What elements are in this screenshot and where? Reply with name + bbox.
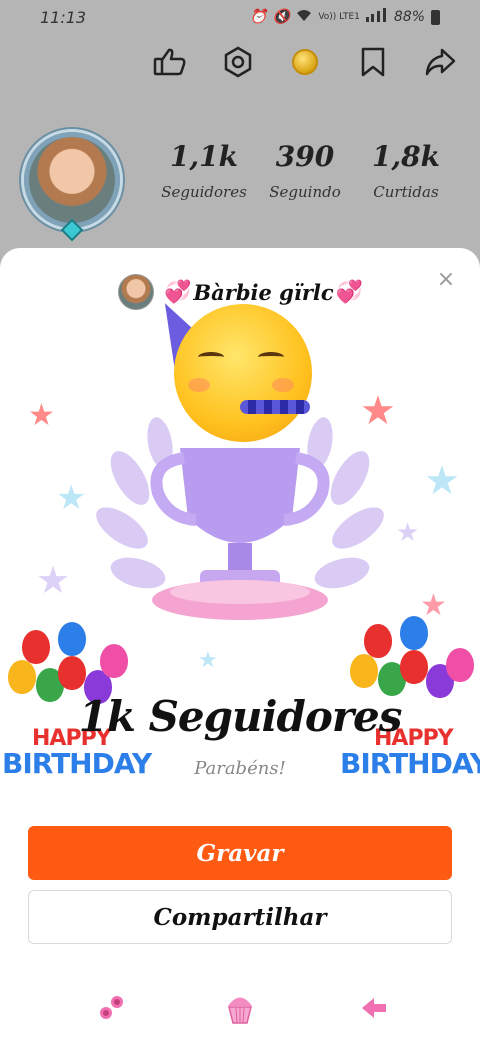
mute-icon: 🔇 <box>272 9 291 25</box>
roses-icon <box>92 988 132 1028</box>
star-icon: ★ <box>56 478 87 518</box>
battery-percent: 88% <box>393 9 425 25</box>
stat-following[interactable]: 390 Seguindo <box>261 140 349 201</box>
coin-icon[interactable] <box>285 42 325 82</box>
congrats-text: Parabéns! <box>194 758 286 779</box>
battery-icon <box>431 9 440 25</box>
record-button[interactable]: Gravar <box>28 826 452 880</box>
share-icon[interactable] <box>420 42 460 82</box>
stat-likes[interactable]: 1,8k Curtidas <box>362 140 450 201</box>
status-icons: ⏰ 🔇 Vo)) LTE1 88% <box>249 8 440 26</box>
wifi-icon <box>296 8 312 26</box>
party-horn-icon <box>240 400 310 414</box>
stat-followers[interactable]: 1,1k Seguidores <box>160 140 248 201</box>
share-button[interactable]: Compartilhar <box>28 890 452 944</box>
alarm-icon: ⏰ <box>249 9 267 25</box>
following-count: 390 <box>275 140 335 173</box>
top-action-bar <box>150 42 460 82</box>
emoji-eye <box>258 352 284 362</box>
network-label: Vo)) LTE1 <box>318 11 360 22</box>
status-bar: 11:13 ⏰ 🔇 Vo)) LTE1 88% <box>0 0 480 34</box>
star-icon: ★ <box>28 398 55 433</box>
likes-count: 1,8k <box>371 140 441 173</box>
followers-label: Seguidores <box>161 183 247 201</box>
signal-icon <box>365 8 388 26</box>
avatar-frame <box>24 132 120 228</box>
bottom-decorations <box>0 988 480 1028</box>
profile-avatar[interactable] <box>20 128 124 242</box>
emoji-eye <box>198 352 224 362</box>
settings-icon[interactable] <box>218 42 258 82</box>
emoji-blush <box>188 378 210 392</box>
star-icon: ★ <box>396 518 420 548</box>
cupcake-icon <box>220 988 260 1028</box>
profile-stats: 1,1k Seguidores 390 Seguindo 1,8k Curtid… <box>160 140 450 201</box>
following-label: Seguindo <box>269 183 341 201</box>
followers-count: 1,1k <box>169 140 239 173</box>
thumbs-up-icon[interactable] <box>150 42 190 82</box>
party-face-emoji <box>174 304 312 442</box>
likes-label: Curtidas <box>373 183 439 201</box>
pink-arrow-icon <box>354 988 394 1028</box>
star-icon: ★ <box>360 388 396 434</box>
bookmark-icon[interactable] <box>353 42 393 82</box>
star-icon: ★ <box>36 558 71 602</box>
coin-badge <box>292 49 318 75</box>
milestone-title: 1k Seguidores <box>78 692 403 741</box>
milestone-sheet: 💞 Bàrbie gïrlc 💞 × ★ ★ ★ ★ ★ ★ ★ ★ HAPPY… <box>0 248 480 1042</box>
emoji-blush <box>272 378 294 392</box>
star-icon: ★ <box>198 648 218 673</box>
star-icon: ★ <box>424 458 460 504</box>
status-time: 11:13 <box>40 7 87 27</box>
